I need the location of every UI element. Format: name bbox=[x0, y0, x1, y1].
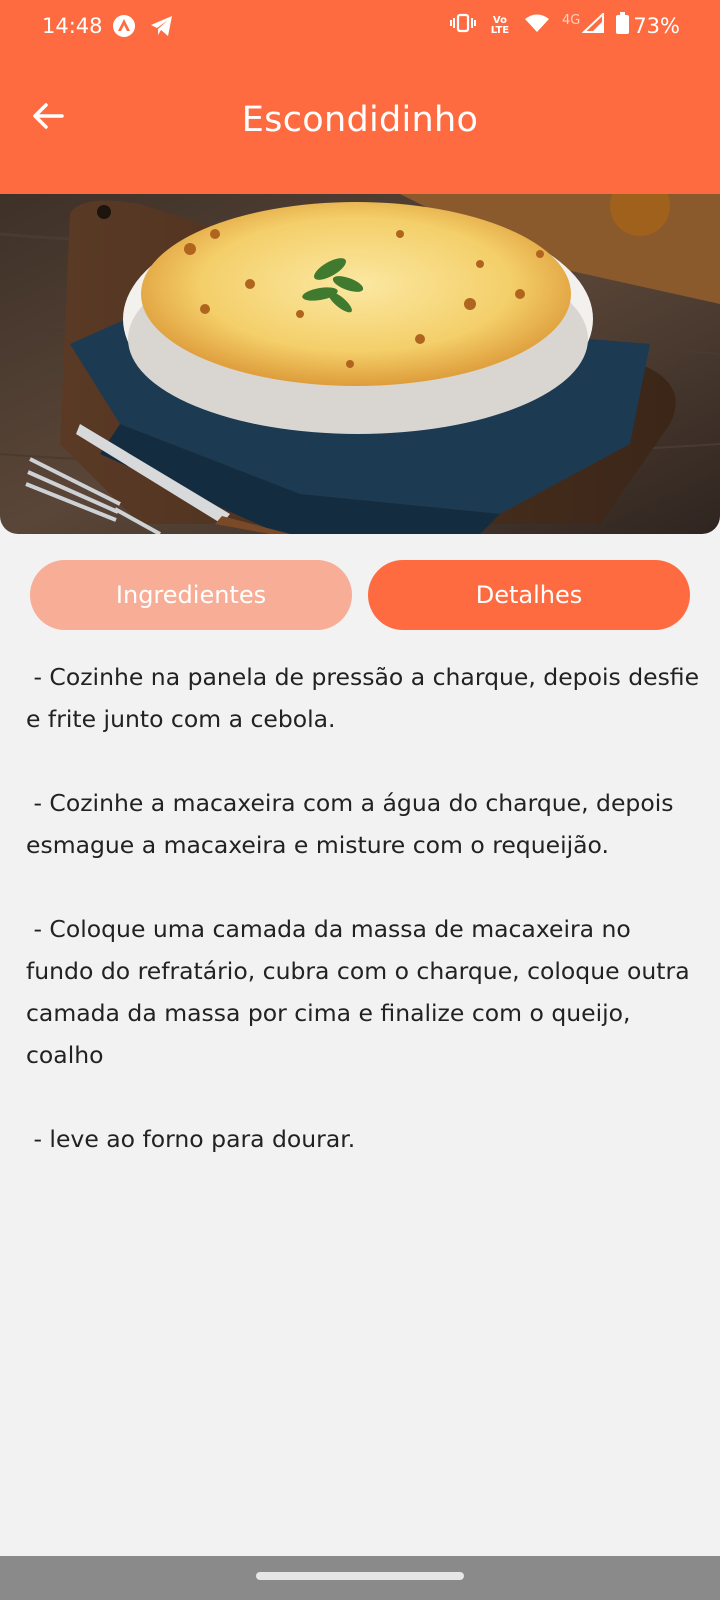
signal-icon bbox=[581, 11, 605, 38]
recipe-image bbox=[0, 194, 720, 534]
food-photo bbox=[0, 194, 720, 534]
home-gesture-handle[interactable] bbox=[256, 1572, 464, 1580]
battery-icon bbox=[616, 12, 630, 39]
telegram-icon bbox=[150, 15, 174, 41]
step-text: - Coloque uma camada da massa de macaxei… bbox=[26, 915, 698, 1069]
battery-percent: 73% bbox=[633, 13, 680, 38]
status-bar: 14:48 Vo LTE 4G 73% bbox=[0, 0, 720, 56]
volte-icon: Vo LTE bbox=[490, 14, 510, 36]
wifi-icon bbox=[524, 13, 550, 38]
tab-detalhes[interactable]: Detalhes bbox=[368, 560, 690, 630]
step-text: - leve ao forno para dourar. bbox=[26, 1125, 356, 1153]
app-bar: Escondidinho bbox=[0, 56, 720, 194]
status-time: 14:48 bbox=[42, 14, 103, 38]
page-title: Escondidinho bbox=[241, 100, 479, 140]
step-text: - Cozinhe na panela de pressão a charque… bbox=[26, 663, 707, 733]
tab-ingredientes[interactable]: Ingredientes bbox=[30, 560, 352, 630]
status-notification-icons bbox=[112, 14, 174, 42]
recipe-details: - Cozinhe na panela de pressão a charque… bbox=[26, 656, 702, 1202]
step-text: - Cozinhe a macaxeira com a água do char… bbox=[26, 789, 681, 859]
tab-bar: Ingredientes Detalhes bbox=[30, 560, 690, 630]
network-type-label: 4G bbox=[561, 13, 581, 28]
vibrate-icon bbox=[449, 13, 476, 38]
system-nav-bar bbox=[0, 1556, 720, 1600]
app-notification-icon bbox=[112, 14, 136, 42]
status-system-icons: Vo LTE 4G 73% bbox=[449, 11, 680, 39]
